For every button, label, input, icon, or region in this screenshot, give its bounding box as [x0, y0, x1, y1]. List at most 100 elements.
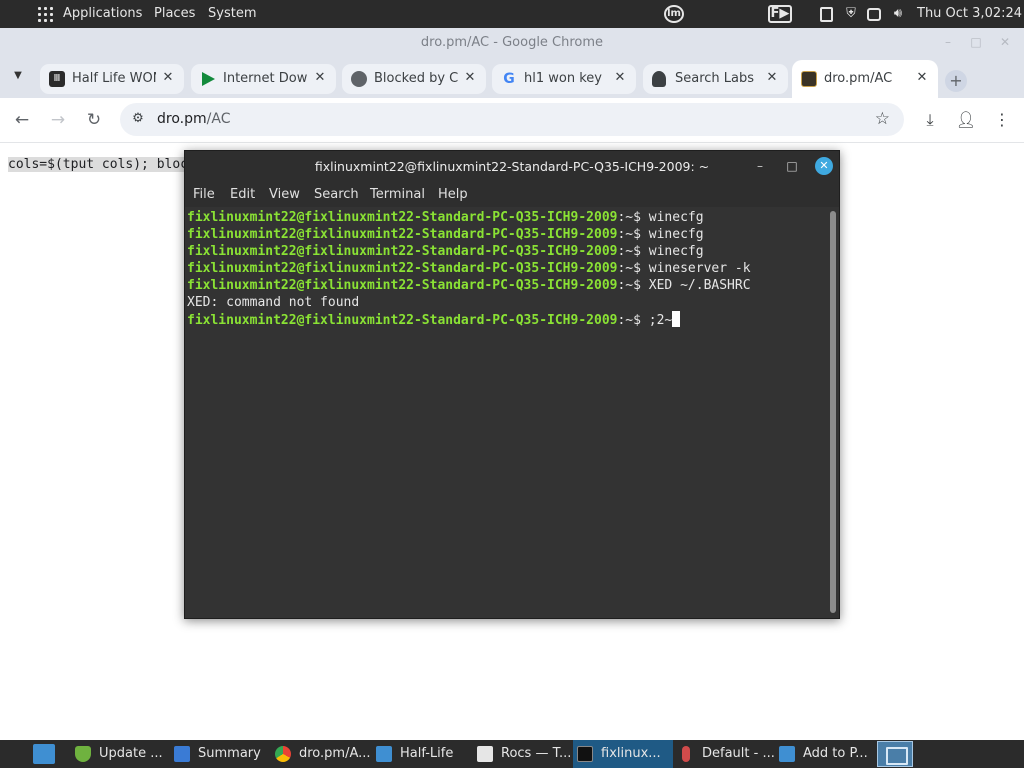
back-arrow-icon[interactable]: ←	[11, 109, 33, 131]
taskbar-label: Default - ...	[702, 746, 775, 761]
taskbar-label: Rocs — T...	[501, 746, 572, 761]
menu-terminal[interactable]: Terminal	[370, 187, 425, 202]
close-tab-icon[interactable]: ✕	[612, 70, 628, 86]
microphone-icon	[682, 746, 690, 762]
close-tab-icon[interactable]: ✕	[764, 70, 780, 86]
tab-dro-pm-ac[interactable]: dro.pm/AC ✕	[792, 60, 938, 98]
menu-file[interactable]: File	[193, 187, 215, 202]
close-tab-icon[interactable]: ✕	[914, 70, 930, 86]
places-menu[interactable]: Places	[154, 6, 195, 21]
chrome-titlebar[interactable]: dro.pm/AC - Google Chrome – □ ✕	[0, 28, 1024, 58]
close-tab-icon[interactable]: ✕	[312, 70, 328, 86]
tab-internet-down[interactable]: Internet Down ✕	[191, 64, 336, 94]
terminal-window[interactable]: fixlinuxmint22@fixlinuxmint22-Standard-P…	[184, 150, 840, 619]
more-menu-icon[interactable]: ⋮	[991, 109, 1013, 131]
menu-edit[interactable]: Edit	[230, 187, 255, 202]
mint-menu-icon[interactable]: lm	[664, 5, 684, 23]
clock[interactable]: Thu Oct 3,02:24	[917, 6, 1022, 21]
taskbar-item-add-to[interactable]: Add to P...	[779, 740, 875, 768]
site-info-icon[interactable]: ⚙︎	[129, 111, 147, 127]
taskbar-label: Summary	[198, 746, 261, 761]
tab-search-labs[interactable]: Search Labs ✕	[643, 64, 788, 94]
terminal-output[interactable]: fixlinuxmint22@fixlinuxmint22-Standard-P…	[185, 207, 839, 618]
folder-icon	[376, 746, 392, 762]
maximize-button[interactable]: □	[968, 34, 984, 50]
url-text[interactable]: dro.pm/AC	[157, 111, 230, 127]
minimize-button[interactable]: –	[751, 157, 769, 175]
google-icon: G	[503, 71, 515, 87]
volume-icon[interactable]: 🔊︎	[889, 5, 907, 23]
tab-search-chevron-icon[interactable]: ▼	[10, 70, 26, 86]
terminal-favicon-icon	[801, 71, 817, 87]
maximize-button[interactable]: □	[783, 157, 801, 175]
tab-label: Half Life WON	[72, 71, 156, 86]
window-title: dro.pm/AC - Google Chrome	[420, 35, 604, 50]
forward-arrow-icon[interactable]: →	[47, 109, 69, 131]
terminal-output-line: XED: command not found	[187, 295, 360, 310]
globe-icon	[351, 71, 367, 87]
taskbar-label: Add to P...	[803, 746, 868, 761]
focus-writer-icon[interactable]: F▶	[768, 5, 792, 23]
bookmark-star-icon[interactable]: ☆	[875, 109, 890, 129]
reload-icon[interactable]: ↻	[83, 109, 105, 131]
shield-icon[interactable]: ⛨	[843, 5, 859, 23]
download-icon	[174, 746, 190, 762]
taskbar-label: Update ...	[99, 746, 163, 761]
taskbar-label: Half-Life	[400, 746, 454, 761]
taskbar-item-terminal[interactable]: fixlinux...	[573, 740, 673, 768]
top-panel: Applications Places System lm F▶ ⛨ 🔊︎ Th…	[0, 0, 1024, 28]
update-manager-icon	[75, 746, 91, 762]
address-bar[interactable]: ⚙︎ dro.pm/AC ☆	[120, 103, 904, 136]
flask-icon	[652, 71, 666, 87]
terminal-icon	[577, 746, 593, 762]
profile-icon[interactable]: 👤︎	[955, 109, 977, 131]
taskbar: Update ... Summary dro.pm/A... Half-Life…	[0, 740, 1024, 768]
tab-label: Blocked by C	[374, 71, 458, 86]
terminal-menubar: File Edit View Search Terminal Help	[185, 182, 839, 207]
menu-view[interactable]: View	[269, 187, 300, 202]
minimize-button[interactable]: –	[940, 34, 956, 50]
system-menu[interactable]: System	[208, 6, 256, 21]
screen-icon	[779, 746, 795, 762]
apps-grid-icon[interactable]	[38, 7, 53, 22]
taskbar-item-summary[interactable]: Summary	[174, 740, 268, 768]
tab-blocked[interactable]: Blocked by C ✕	[342, 64, 486, 94]
text-cursor	[672, 311, 681, 327]
close-tab-icon[interactable]: ✕	[462, 70, 478, 86]
tab-half-life-won[interactable]: Ⅲ Half Life WON ✕	[40, 64, 184, 94]
applications-menu[interactable]: Applications	[63, 6, 142, 21]
terminal-current-line: fixlinuxmint22@fixlinuxmint22-Standard-P…	[187, 311, 681, 329]
taskbar-item-default[interactable]: Default - ...	[678, 740, 775, 768]
terminal-scrollbar[interactable]	[830, 211, 836, 613]
menu-help[interactable]: Help	[438, 187, 468, 202]
tab-label: Internet Down	[223, 71, 308, 86]
taskbar-item-update[interactable]: Update ...	[75, 740, 169, 768]
tab-strip: ▼ Ⅲ Half Life WON ✕ Internet Down ✕ Bloc…	[0, 58, 1024, 98]
terminal-titlebar[interactable]: fixlinuxmint22@fixlinuxmint22-Standard-P…	[185, 151, 839, 182]
close-tab-icon[interactable]: ✕	[160, 70, 176, 86]
taskbar-item-rocs[interactable]: Rocs — T...	[477, 740, 573, 768]
tab-hl1-won-key[interactable]: G hl1 won key ✕	[492, 64, 636, 94]
show-desktop-button[interactable]	[877, 741, 913, 767]
new-tab-button[interactable]: +	[945, 70, 967, 92]
download-icon[interactable]: ⤓	[919, 109, 941, 131]
menu-search[interactable]: Search	[314, 187, 359, 202]
close-button[interactable]: ✕	[997, 34, 1013, 50]
tab-label: hl1 won key	[524, 71, 602, 86]
clipboard-icon[interactable]	[820, 7, 833, 22]
terminal-line: fixlinuxmint22@fixlinuxmint22-Standard-P…	[187, 227, 704, 242]
taskbar-item-half-life[interactable]: Half-Life	[376, 740, 472, 768]
terminal-line: fixlinuxmint22@fixlinuxmint22-Standard-P…	[187, 278, 751, 293]
terminal-line: fixlinuxmint22@fixlinuxmint22-Standard-P…	[187, 244, 704, 259]
show-files-icon[interactable]	[33, 744, 55, 764]
taskbar-label: fixlinux...	[601, 746, 661, 761]
terminal-title: fixlinuxmint22@fixlinuxmint22-Standard-P…	[314, 159, 710, 174]
tab-label: Search Labs	[675, 71, 755, 86]
terminal-line: fixlinuxmint22@fixlinuxmint22-Standard-P…	[187, 210, 704, 225]
close-button[interactable]: ✕	[815, 157, 833, 175]
play-icon	[200, 71, 216, 87]
tab-label: dro.pm/AC	[824, 71, 893, 86]
taskbar-item-chrome[interactable]: dro.pm/A...	[275, 740, 371, 768]
document-icon	[477, 746, 493, 762]
window-icon[interactable]	[867, 8, 881, 21]
